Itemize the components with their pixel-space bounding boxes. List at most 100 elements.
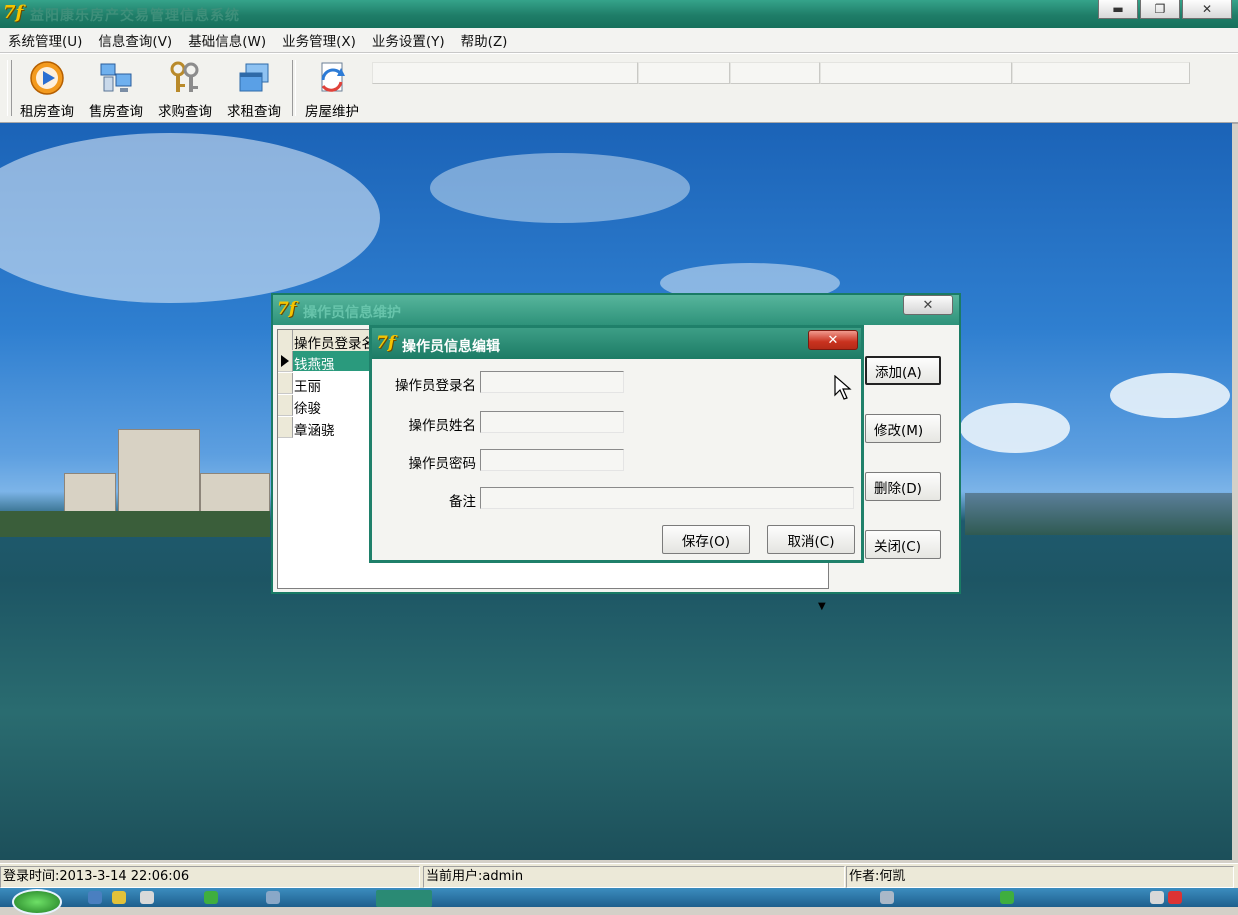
scroll-down-icon[interactable]: ▼ bbox=[818, 601, 826, 612]
rent-wanted-query-label: 求租查询 bbox=[227, 104, 281, 120]
operator-maintenance-close-button[interactable]: ✕ bbox=[903, 295, 953, 315]
toolbar: 租房查询 售房查询 求购查询 求租查询 房屋维护 bbox=[0, 53, 1238, 124]
toolbar-empty-slot bbox=[730, 62, 820, 84]
taskbar bbox=[0, 888, 1238, 915]
menu-system[interactable]: 系统管理(U) bbox=[0, 30, 90, 50]
taskbar-app-icon[interactable] bbox=[266, 891, 280, 904]
note-label: 备注 bbox=[449, 494, 476, 510]
taskbar-app-icon[interactable] bbox=[140, 891, 154, 904]
buy-query-button[interactable]: 求购查询 bbox=[152, 58, 218, 120]
refresh-doc-icon bbox=[321, 62, 345, 92]
author-status: 作者:何凯 bbox=[846, 866, 1234, 888]
dialog-logo: 7f bbox=[277, 299, 297, 319]
password-label: 操作员密码 bbox=[408, 456, 477, 472]
close-icon: ✕ bbox=[827, 332, 839, 348]
login-name-input[interactable] bbox=[480, 371, 624, 393]
cloud bbox=[1110, 373, 1230, 418]
grid-cell[interactable]: 王丽 bbox=[294, 375, 321, 395]
tray-icon[interactable] bbox=[1168, 891, 1182, 904]
computers-icon bbox=[100, 63, 132, 92]
operator-maintenance-title: 操作员信息维护 bbox=[303, 305, 401, 321]
start-button[interactable] bbox=[12, 889, 62, 915]
house-maintenance-label: 房屋维护 bbox=[305, 104, 359, 120]
close-button[interactable]: ✕ bbox=[1182, 0, 1232, 19]
taskbar-app-icon[interactable] bbox=[88, 891, 102, 904]
cloud bbox=[0, 133, 380, 303]
column-header-login[interactable]: 操作员登录名 bbox=[294, 332, 375, 352]
building bbox=[64, 473, 116, 513]
grid-cell[interactable]: 钱燕强 bbox=[294, 353, 335, 373]
grid-cell[interactable]: 章涵骁 bbox=[294, 419, 335, 439]
operator-edit-title: 操作员信息编辑 bbox=[402, 339, 500, 355]
hills bbox=[965, 493, 1232, 535]
operator-name-input[interactable] bbox=[480, 411, 624, 433]
toolbar-separator bbox=[292, 60, 296, 116]
row-indicator bbox=[278, 417, 293, 438]
rent-query-button[interactable]: 租房查询 bbox=[14, 58, 80, 120]
toolbar-empty-slot bbox=[1012, 62, 1190, 84]
operator-edit-dialog: 7f 操作员信息编辑 ✕ 操作员登录名 操作员姓名 操作员密码 备注 保存(O)… bbox=[369, 325, 864, 563]
grid-cell[interactable]: 徐骏 bbox=[294, 397, 321, 417]
status-bar: 登录时间:2013-3-14 22:06:06 当前用户:admin 作者:何凯 bbox=[0, 863, 1238, 888]
minimize-icon: ▬ bbox=[1112, 2, 1124, 16]
taskbar-app-icon[interactable] bbox=[112, 891, 126, 904]
dialog-logo: 7f bbox=[376, 333, 396, 353]
note-input[interactable] bbox=[480, 487, 854, 509]
delete-button[interactable]: 删除(D) bbox=[865, 472, 941, 501]
mouse-cursor-icon bbox=[834, 375, 852, 400]
tray-icon[interactable] bbox=[880, 891, 894, 904]
edit-button[interactable]: 修改(M) bbox=[865, 414, 941, 443]
toolbar-grip[interactable] bbox=[7, 60, 12, 116]
shoreline bbox=[0, 511, 270, 537]
taskbar-active-app[interactable] bbox=[376, 890, 432, 907]
close-icon: ✕ bbox=[1201, 2, 1213, 16]
menu-business[interactable]: 业务管理(X) bbox=[274, 30, 364, 50]
rent-wanted-query-button[interactable]: 求租查询 bbox=[221, 58, 287, 120]
close-icon: ✕ bbox=[922, 297, 934, 313]
restore-button[interactable]: ❐ bbox=[1140, 0, 1180, 19]
taskbar-app-icon[interactable] bbox=[204, 891, 218, 904]
window-title: 益阳康乐房产交易管理信息系统 bbox=[30, 8, 240, 24]
minimize-button[interactable]: ▬ bbox=[1098, 0, 1138, 19]
restore-icon: ❐ bbox=[1154, 2, 1166, 16]
close-dialog-button[interactable]: 关闭(C) bbox=[865, 530, 941, 559]
operator-name-label: 操作员姓名 bbox=[408, 418, 477, 434]
tray-icon[interactable] bbox=[1000, 891, 1014, 904]
toolbar-empty-slot bbox=[372, 62, 638, 84]
app-logo: 7f bbox=[3, 2, 24, 23]
rent-query-label: 租房查询 bbox=[20, 104, 74, 120]
cancel-button[interactable]: 取消(C) bbox=[767, 525, 855, 554]
menu-bar: 系统管理(U) 信息查询(V) 基础信息(W) 业务管理(X) 业务设置(Y) … bbox=[0, 28, 1238, 53]
toolbar-empty-slot bbox=[820, 62, 1012, 84]
login-name-label: 操作员登录名 bbox=[395, 378, 476, 394]
menu-basic-info[interactable]: 基础信息(W) bbox=[180, 30, 274, 50]
sale-query-label: 售房查询 bbox=[89, 104, 143, 120]
row-indicator bbox=[278, 373, 293, 394]
row-indicator bbox=[278, 395, 293, 416]
operator-maintenance-title-bar[interactable]: 7f 操作员信息维护 ✕ bbox=[273, 295, 959, 325]
menu-help[interactable]: 帮助(Z) bbox=[453, 30, 516, 50]
operator-edit-title-bar[interactable]: 7f 操作员信息编辑 ✕ bbox=[372, 328, 861, 359]
building bbox=[118, 429, 200, 513]
sale-query-button[interactable]: 售房查询 bbox=[83, 58, 149, 120]
operator-edit-close-button[interactable]: ✕ bbox=[808, 330, 858, 350]
save-button[interactable]: 保存(O) bbox=[662, 525, 750, 554]
login-time-status: 登录时间:2013-3-14 22:06:06 bbox=[0, 866, 420, 888]
toolbar-empty-slot bbox=[638, 62, 730, 84]
main-title-bar[interactable]: 7f 益阳康乐房产交易管理信息系统 ▬ ❐ ✕ bbox=[0, 0, 1238, 28]
play-icon bbox=[30, 61, 64, 95]
building bbox=[200, 473, 270, 513]
menu-settings[interactable]: 业务设置(Y) bbox=[364, 30, 453, 50]
cloud bbox=[960, 403, 1070, 453]
windows-icon bbox=[239, 63, 269, 92]
current-user-status: 当前用户:admin bbox=[423, 866, 845, 888]
menu-query[interactable]: 信息查询(V) bbox=[90, 30, 180, 50]
grid-corner bbox=[278, 330, 293, 350]
tray-icon[interactable] bbox=[1150, 891, 1164, 904]
password-input[interactable] bbox=[480, 449, 624, 471]
current-row-icon bbox=[281, 355, 289, 367]
keys-icon bbox=[170, 61, 199, 92]
add-button[interactable]: 添加(A) bbox=[865, 356, 941, 385]
house-maintenance-button[interactable]: 房屋维护 bbox=[299, 58, 365, 120]
row-indicator bbox=[278, 351, 293, 372]
